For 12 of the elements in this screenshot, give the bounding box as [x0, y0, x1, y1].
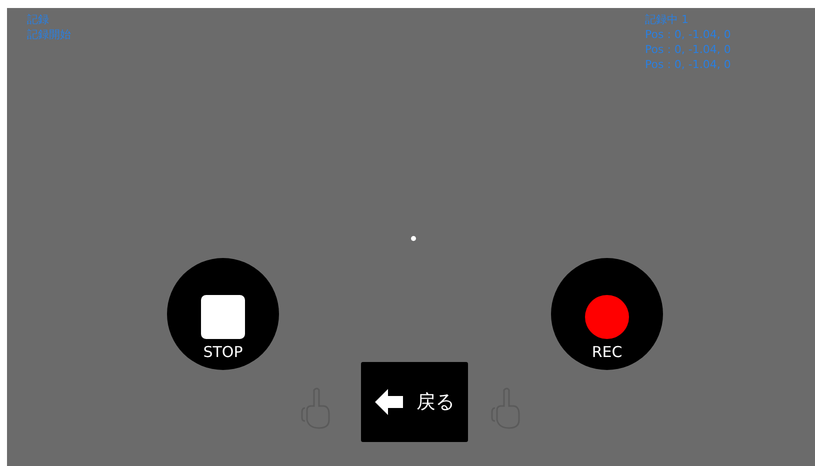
record-button[interactable]: REC — [551, 258, 663, 370]
stop-button[interactable]: STOP — [167, 258, 279, 370]
status-text: 記録 — [27, 12, 50, 27]
status-text: Pos : 0, -1.04, 0 — [645, 57, 731, 72]
status-text: 記録中 1 — [645, 12, 690, 27]
back-button[interactable]: 戻る — [361, 362, 468, 442]
status-text: Pos : 0, -1.04, 0 — [645, 27, 731, 42]
record-icon — [585, 295, 629, 339]
arrow-left-icon — [374, 388, 402, 416]
stop-icon — [201, 295, 245, 339]
status-text: 記録開始 — [27, 27, 71, 42]
status-text: Pos : 0, -1.04, 0 — [645, 42, 731, 57]
